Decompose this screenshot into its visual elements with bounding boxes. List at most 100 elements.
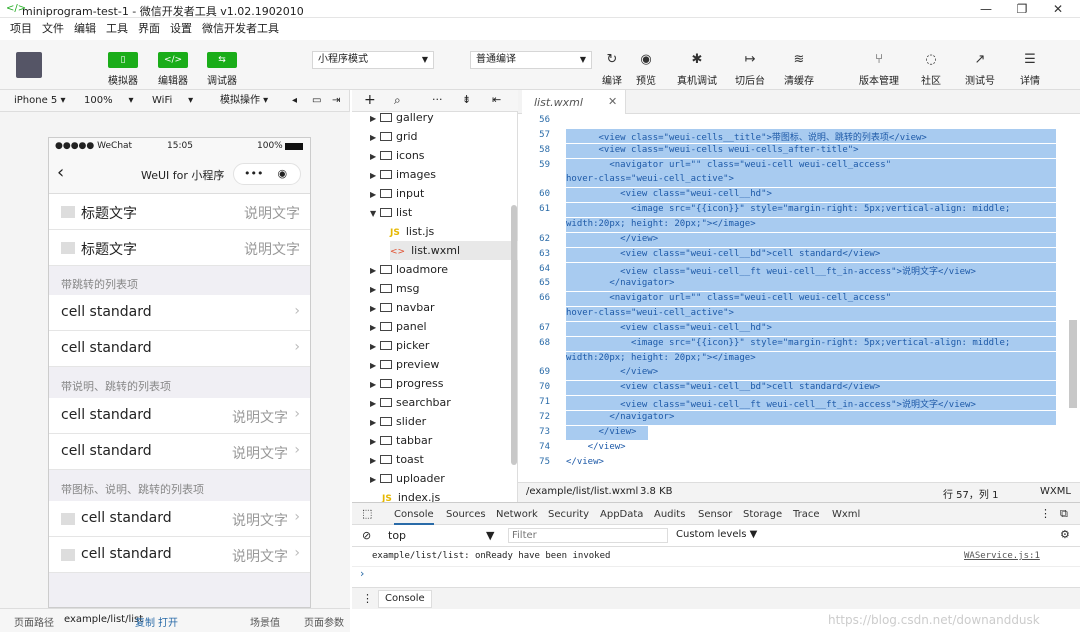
screen-icon[interactable]: ▭ — [312, 93, 321, 109]
tab-network[interactable]: Network — [496, 509, 538, 520]
zoom-select[interactable]: 100% ▾ — [84, 93, 134, 109]
tab-storage[interactable]: Storage — [743, 509, 782, 520]
version-button[interactable]: 版本管理 — [854, 72, 904, 87]
folder-item-grid[interactable]: ▶ grid — [370, 127, 418, 146]
tab-trace[interactable]: Trace — [793, 509, 820, 520]
mode-select[interactable]: 小程序模式 ▼ — [312, 51, 434, 69]
folder-item-panel[interactable]: ▶ panel — [370, 317, 427, 336]
menu-icon[interactable]: ☰ — [1017, 50, 1043, 70]
folder-item-msg[interactable]: ▶ msg — [370, 279, 419, 298]
code-line[interactable]: <view class="weui-cell__bd">cell standar… — [566, 249, 880, 259]
code-line[interactable]: width:20px; height: 20px;"></image> — [566, 219, 756, 229]
code-line[interactable]: <view class="weui-cell__bd">cell standar… — [566, 382, 880, 392]
editor-tab[interactable]: list.wxml ✕ — [522, 90, 626, 114]
more-icon[interactable]: ··· — [432, 93, 443, 106]
editor-label[interactable]: 编辑器 — [148, 72, 198, 87]
search-icon[interactable]: ⌕ — [394, 93, 401, 108]
test-account-button[interactable]: 测试号 — [955, 72, 1005, 87]
folder-item-navbar[interactable]: ▶ navbar — [370, 298, 434, 317]
code-line[interactable]: <navigator url="" class="weui-cell weui-… — [566, 160, 891, 170]
branch-icon[interactable]: ⑂ — [866, 50, 892, 70]
external-link-icon[interactable]: ↗ — [967, 50, 993, 70]
sort-icon[interactable]: ⇟ — [462, 93, 471, 106]
simulator-toggle-icon[interactable]: ▯ — [108, 52, 138, 68]
clear-cache-button[interactable]: 清缓存 — [774, 72, 824, 87]
editor-toggle-icon[interactable]: </> — [158, 52, 188, 68]
layers-icon[interactable]: ≋ — [786, 50, 812, 70]
folder-item-toast[interactable]: ▶ toast — [370, 450, 424, 469]
menu-item-devtools[interactable]: 微信开发者工具 — [202, 18, 279, 40]
context-select[interactable]: top ▼ — [388, 529, 495, 542]
list-item[interactable]: cell standard 说明文字 › — [49, 501, 310, 537]
code-line[interactable]: </navigator> — [566, 278, 674, 288]
folder-item-tabbar[interactable]: ▶ tabbar — [370, 431, 432, 450]
chat-icon[interactable]: ◌ — [918, 50, 944, 70]
list-item[interactable]: cell standard › — [49, 331, 310, 367]
cursor-position[interactable]: 行 57，列 1 — [943, 486, 998, 501]
block-icon[interactable]: ⊘ — [362, 529, 371, 542]
background-button[interactable]: 切后台 — [725, 72, 775, 87]
folder-item-slider[interactable]: ▶ slider — [370, 412, 426, 431]
code-line[interactable]: <view class="weui-cell__ft weui-cell__ft… — [566, 397, 976, 410]
background-icon[interactable]: ↦ — [737, 50, 763, 70]
code-line[interactable]: <navigator url="" class="weui-cell weui-… — [566, 293, 891, 303]
code-line[interactable]: <view class="weui-cells weui-cells_after… — [566, 145, 859, 155]
file-item-list-js[interactable]: JS list.js — [390, 222, 434, 241]
menu-item-view[interactable]: 界面 — [138, 18, 160, 40]
open-link[interactable]: 打开 — [158, 614, 178, 629]
more-vertical-icon[interactable]: ⋮ — [1040, 507, 1051, 520]
folder-item-uploader[interactable]: ▶ uploader — [370, 469, 445, 488]
tab-console[interactable]: Console — [394, 509, 434, 525]
tab-wxml[interactable]: Wxml — [832, 509, 860, 520]
code-line[interactable]: <view class="weui-cell__hd"> — [566, 323, 772, 333]
back-arrow-icon[interactable]: ‹ — [57, 162, 64, 183]
operation-select[interactable]: 模拟操作 ▾ — [220, 93, 268, 109]
code-line[interactable]: <image src="{{icon}}" style="margin-righ… — [566, 338, 1010, 348]
code-line[interactable]: </navigator> — [566, 412, 674, 422]
menu-item-edit[interactable]: 编辑 — [74, 18, 96, 40]
console-filter-input[interactable] — [508, 528, 668, 543]
code-line[interactable]: <image src="{{icon}}" style="margin-righ… — [566, 204, 1010, 214]
folder-item-input[interactable]: ▶ input — [370, 184, 424, 203]
tab-appdata[interactable]: AppData — [600, 509, 643, 520]
tab-audits[interactable]: Audits — [654, 509, 685, 520]
folder-item-list[interactable]: ▼ list — [370, 203, 412, 222]
code-line[interactable]: </view> — [566, 457, 604, 467]
folder-item-searchbar[interactable]: ▶ searchbar — [370, 393, 451, 412]
source-link[interactable]: WAService.js:1 — [964, 551, 1040, 561]
menu-item-settings[interactable]: 设置 — [170, 18, 192, 40]
params-button[interactable]: 页面参数 — [304, 614, 344, 629]
device-select[interactable]: iPhone 5 ▾ — [14, 93, 66, 109]
maximize-button[interactable]: ❐ — [1004, 0, 1040, 18]
copy-link[interactable]: 复制 — [135, 614, 155, 629]
code-line[interactable]: </view> — [566, 442, 626, 452]
code-line[interactable]: </view> — [566, 427, 637, 437]
details-button[interactable]: 详情 — [1005, 72, 1055, 87]
menu-item-tools[interactable]: 工具 — [106, 18, 128, 40]
file-tree-scrollbar[interactable] — [511, 205, 517, 465]
add-icon[interactable]: + — [364, 92, 376, 108]
close-button[interactable]: ✕ — [1040, 0, 1076, 18]
levels-select[interactable]: Custom levels ▼ — [676, 529, 757, 540]
folder-item-gallery[interactable]: ▶ gallery — [370, 108, 434, 127]
more-icon[interactable]: ••• — [244, 167, 263, 180]
code-line[interactable]: </view> — [566, 234, 658, 244]
folder-item-preview[interactable]: ▶ preview — [370, 355, 439, 374]
simulator-label[interactable]: 模拟器 — [98, 72, 148, 87]
bug-icon[interactable]: ✱ — [684, 50, 710, 70]
avatar[interactable] — [16, 52, 42, 78]
folder-item-icons[interactable]: ▶ icons — [370, 146, 425, 165]
code-line[interactable]: <view class="weui-cells__title">带图标、说明、跳… — [566, 130, 927, 143]
close-circle-icon[interactable]: ◉ — [277, 167, 287, 180]
menu-item-project[interactable]: 项目 — [10, 18, 32, 40]
tab-sensor[interactable]: Sensor — [698, 509, 732, 520]
folder-item-picker[interactable]: ▶ picker — [370, 336, 429, 355]
list-item[interactable]: cell standard › — [49, 295, 310, 331]
folder-item-progress[interactable]: ▶ progress — [370, 374, 444, 393]
tab-sources[interactable]: Sources — [446, 509, 486, 520]
refresh-icon[interactable]: ↻ — [599, 50, 625, 70]
debugger-toggle-icon[interactable]: ⇆ — [207, 52, 237, 68]
dock-icon[interactable]: ⧉ — [1060, 507, 1068, 521]
volume-icon[interactable]: ◂ — [292, 93, 297, 109]
collapse-icon[interactable]: ⇤ — [492, 93, 501, 106]
